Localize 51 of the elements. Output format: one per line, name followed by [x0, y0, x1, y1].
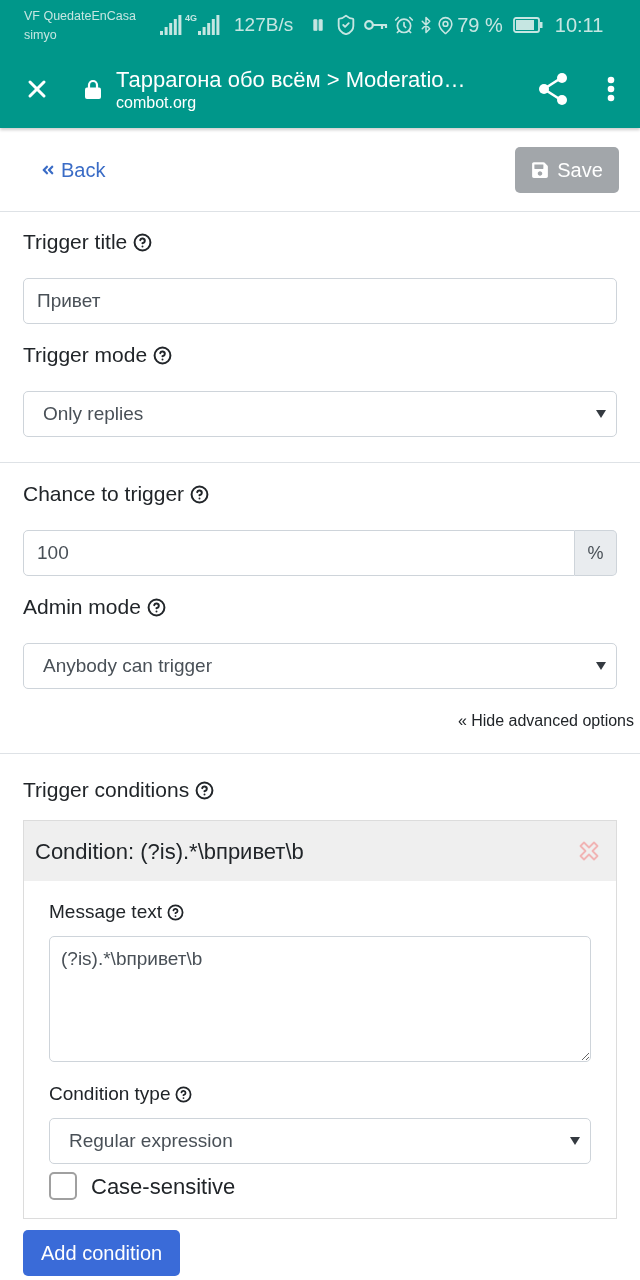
- signal-icon: [198, 15, 220, 35]
- message-text-field[interactable]: (?is).*\bпривет\b: [49, 936, 591, 1062]
- caret-icon: [570, 1137, 580, 1145]
- number-input[interactable]: 100: [23, 530, 575, 576]
- help-icon[interactable]: [146, 597, 166, 617]
- location-pin-icon: [436, 15, 456, 35]
- pause-icon: [311, 18, 326, 32]
- page-url: combot.org: [116, 92, 198, 113]
- select-field[interactable]: Only replies: [23, 391, 617, 437]
- select-field[interactable]: Anybody can trigger: [23, 643, 617, 689]
- field-label: Trigger conditions: [23, 777, 190, 803]
- field-label: Trigger title: [23, 229, 128, 255]
- help-icon[interactable]: [167, 903, 184, 921]
- select-field[interactable]: Regular expression: [49, 1118, 591, 1164]
- help-icon[interactable]: [190, 484, 210, 504]
- field-label: Trigger mode: [23, 342, 148, 368]
- share-icon: [538, 73, 568, 105]
- field-label: Chance to trigger: [23, 481, 185, 507]
- help-icon[interactable]: [133, 232, 153, 252]
- key-icon: [364, 19, 389, 31]
- field-label: Message text: [49, 900, 162, 924]
- carrier-name: VF QuedateEnCasa: [24, 8, 137, 25]
- help-icon[interactable]: [153, 345, 173, 365]
- carrier-name: simyo: [24, 27, 58, 44]
- remove-icon: [577, 839, 601, 863]
- hide-advanced-options-link[interactable]: « Hide advanced options: [457, 709, 634, 733]
- help-icon[interactable]: [195, 780, 215, 800]
- share-button[interactable]: [538, 73, 568, 105]
- back-link[interactable]: Back: [23, 154, 124, 185]
- add-condition-button[interactable]: Add condition: [23, 1230, 181, 1276]
- input-addon: %: [575, 530, 617, 576]
- field-label: Condition type: [49, 1082, 171, 1106]
- signal-icon: [160, 15, 182, 35]
- network-type-label: 4G: [185, 13, 197, 23]
- battery-icon: [512, 17, 543, 33]
- condition-title: Condition: (?is).*\bпривет\b: [35, 837, 304, 866]
- page-title: Таррагона обо всём > Moderatio…: [116, 65, 466, 93]
- lock-icon: [85, 79, 101, 99]
- battery-percent: 79 %: [457, 13, 503, 38]
- checkbox-label: Case-sensitive: [91, 1172, 236, 1201]
- field-label: Admin mode: [23, 594, 141, 620]
- alarm-icon: [394, 15, 415, 35]
- clock-time: 10:11: [554, 13, 604, 38]
- help-icon[interactable]: [175, 1085, 193, 1103]
- caret-icon: [596, 662, 606, 670]
- text-input[interactable]: Привет: [23, 278, 617, 324]
- more-options-button[interactable]: [606, 76, 616, 102]
- more-vertical-icon: [607, 76, 615, 102]
- caret-icon: [596, 410, 606, 418]
- checkbox[interactable]: [49, 1172, 77, 1200]
- data-speed: 127B/s: [234, 12, 294, 37]
